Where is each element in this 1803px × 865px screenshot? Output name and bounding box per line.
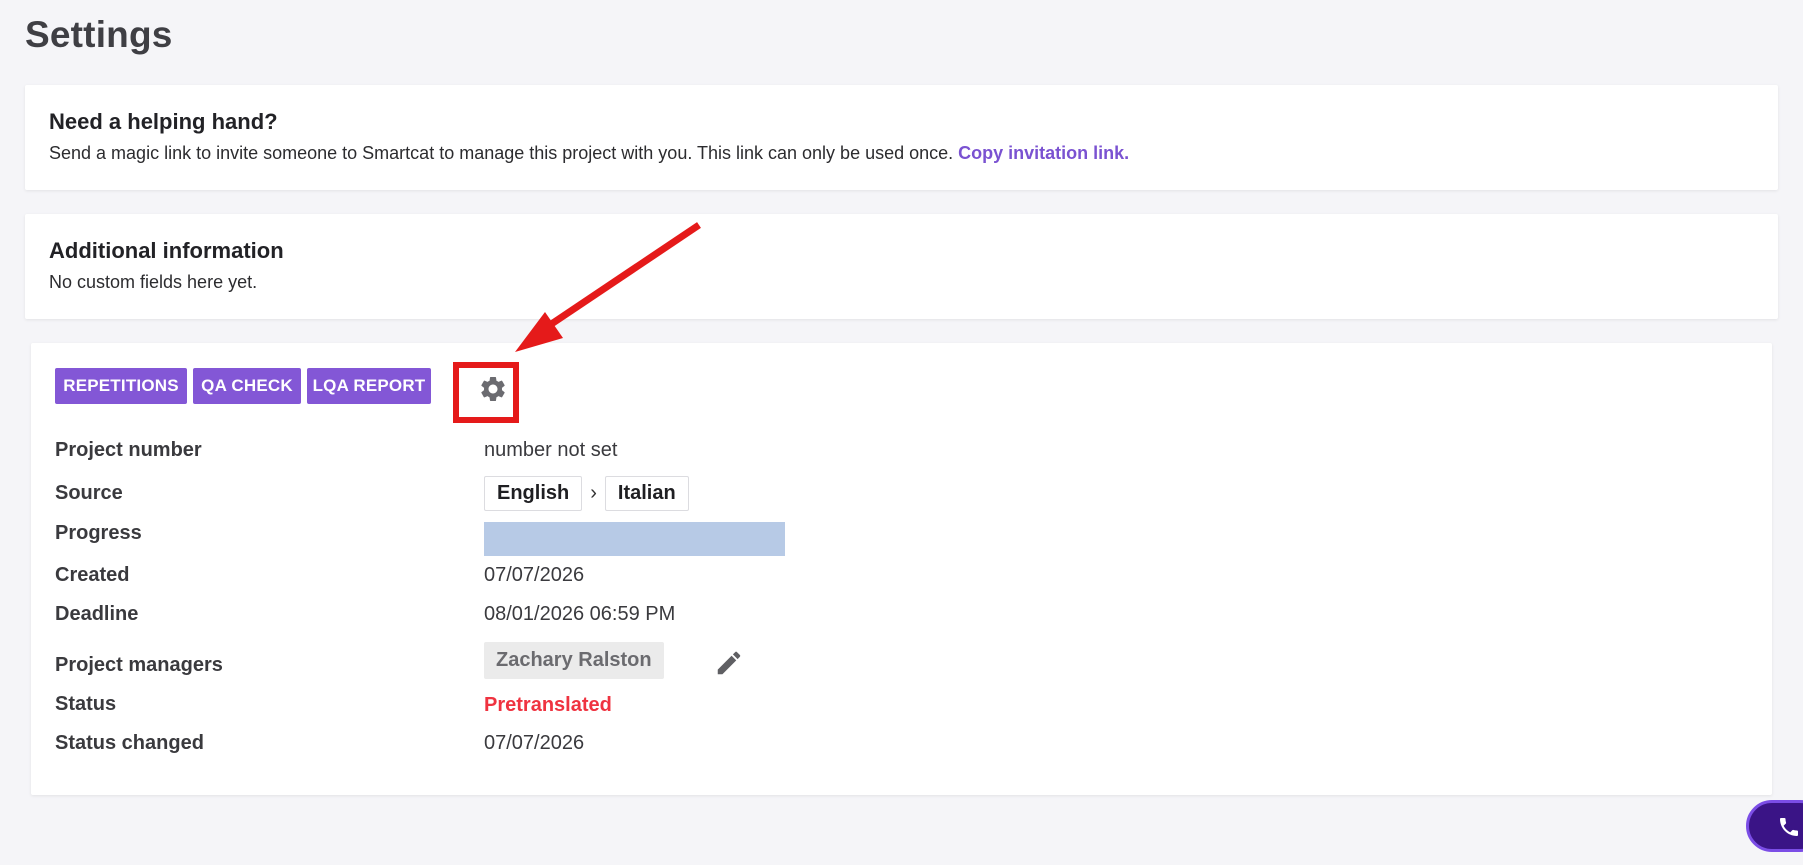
created-label: Created xyxy=(55,564,130,586)
help-text: Send a magic link to invite someone to S… xyxy=(49,143,1754,164)
lqa-report-button[interactable]: LQA REPORT xyxy=(307,368,431,404)
manager-chip: Zachary Ralston xyxy=(484,642,664,679)
additional-info-heading: Additional information xyxy=(49,238,284,263)
page-title: Settings xyxy=(25,14,173,55)
source-languages: English › Italian xyxy=(484,476,689,511)
help-description: Send a magic link to invite someone to S… xyxy=(49,143,959,163)
deadline-row: Deadline 08/01/2026 06:59 PM xyxy=(55,603,1755,639)
created-row: Created 07/07/2026 xyxy=(55,564,1755,600)
source-language-chip: English xyxy=(484,476,583,511)
help-heading: Need a helping hand? xyxy=(49,109,278,134)
gear-icon[interactable] xyxy=(478,374,508,404)
project-number-value: number not set xyxy=(484,439,618,461)
phone-icon xyxy=(1780,818,1798,836)
progress-bar xyxy=(484,522,785,556)
status-changed-value: 07/07/2026 xyxy=(484,732,585,754)
status-row: Status Pretranslated xyxy=(55,693,1755,729)
progress-row: Progress xyxy=(55,522,1755,558)
qa-check-button[interactable]: QA CHECK xyxy=(193,368,301,404)
target-language-chip: Italian xyxy=(604,476,689,511)
project-managers-row: Project managers Zachary Ralston xyxy=(55,642,1755,679)
additional-info-card: Additional information No custom fields … xyxy=(25,214,1778,319)
source-row: Source English › Italian xyxy=(55,476,1755,512)
project-managers-value: Zachary Ralston xyxy=(484,642,664,679)
status-changed-row: Status changed 07/07/2026 xyxy=(55,732,1755,768)
progress-fill xyxy=(484,522,785,556)
status-value: Pretranslated xyxy=(484,694,612,716)
pencil-icon[interactable] xyxy=(714,648,744,678)
project-managers-label: Project managers xyxy=(55,654,223,676)
project-number-label: Project number xyxy=(55,439,202,461)
language-separator: › xyxy=(590,482,597,504)
copy-invitation-link[interactable]: Copy invitation link. xyxy=(958,143,1129,163)
progress-label: Progress xyxy=(55,522,142,544)
status-label: Status xyxy=(55,693,117,715)
created-value: 07/07/2026 xyxy=(484,564,585,586)
help-card: Need a helping hand? Send a magic link t… xyxy=(25,85,1778,190)
project-details-card: REPETITIONS QA CHECK LQA REPORT Project … xyxy=(31,343,1772,795)
repetitions-button[interactable]: REPETITIONS xyxy=(55,368,187,404)
source-label: Source xyxy=(55,482,123,504)
deadline-value: 08/01/2026 06:59 PM xyxy=(484,603,676,625)
status-changed-label: Status changed xyxy=(55,732,204,754)
additional-info-text: No custom fields here yet. xyxy=(49,272,258,292)
project-number-row: Project number number not set xyxy=(55,439,1755,475)
deadline-label: Deadline xyxy=(55,603,139,625)
call-widget-button[interactable] xyxy=(1746,800,1803,852)
